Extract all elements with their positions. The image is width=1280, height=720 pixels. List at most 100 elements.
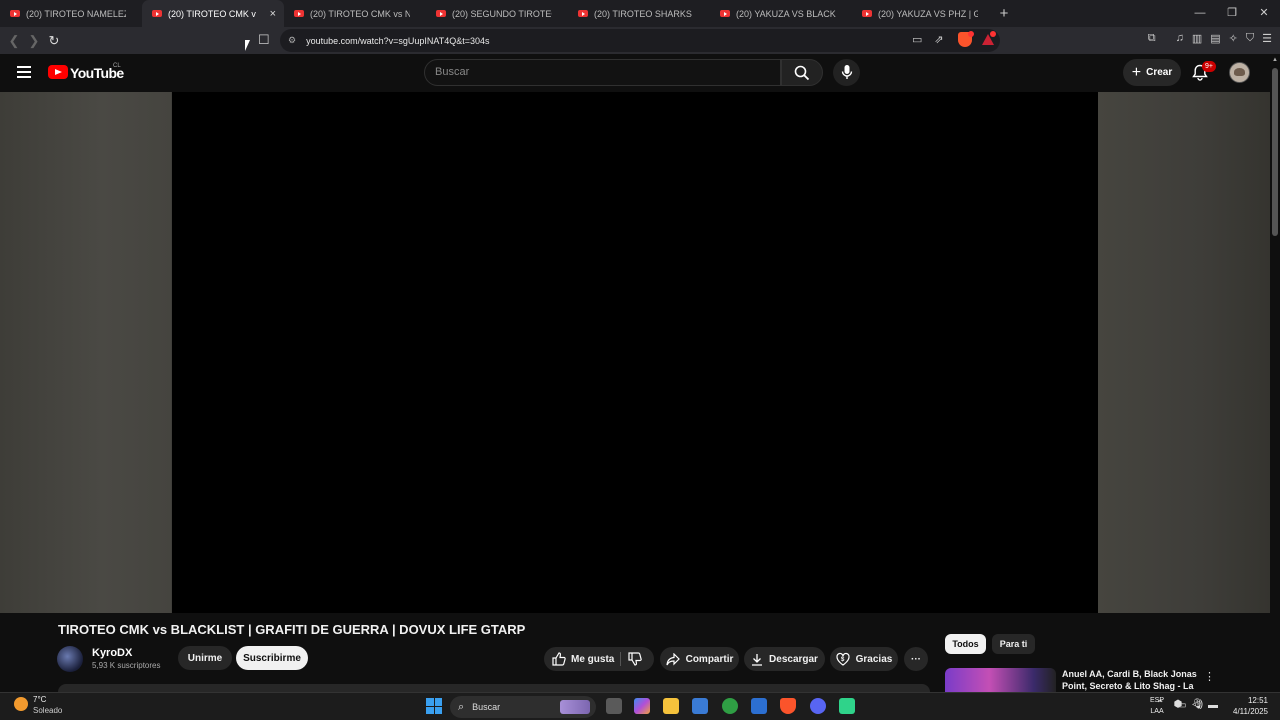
bookmark-icon[interactable]: ☐ xyxy=(258,32,270,48)
browser-tab[interactable]: (20) SEGUNDO TIROTEO NAMELEZ xyxy=(426,0,568,27)
taskbar-search[interactable]: ⌕ Buscar xyxy=(450,696,596,718)
site-info-icon[interactable]: ⚙ xyxy=(288,35,296,46)
tab-title: (20) YAKUZA VS BLACKLIST | GRAFITI xyxy=(736,8,836,19)
youtube-favicon-icon xyxy=(578,10,588,17)
guide-menu-icon[interactable] xyxy=(17,66,31,81)
browser-tabstrip: (20) TIROTEO NAMELEZ vs CMK (20) TIROTEO… xyxy=(0,0,1280,27)
recommended-video-title[interactable]: Anuel AA, Cardi B, Black Jonas Point, Se… xyxy=(1062,668,1197,692)
clock-time: 12:51 xyxy=(1247,696,1268,705)
clock-date: 4/11/2025 xyxy=(1233,707,1268,716)
start-windows-icon[interactable] xyxy=(426,698,442,714)
app-icon[interactable] xyxy=(839,698,855,714)
search-button[interactable] xyxy=(781,59,823,86)
rewards-badge-icon xyxy=(990,31,996,37)
back-icon[interactable]: ❮ xyxy=(4,33,24,49)
subscriber-count: 5,93 K suscriptores xyxy=(92,661,161,670)
volume-icon[interactable]: ◁) xyxy=(1192,699,1203,710)
video-player[interactable] xyxy=(172,92,1098,613)
browser-tab-active[interactable]: (20) TIROTEO CMK vs BLACKLIST × xyxy=(142,0,284,27)
channel-avatar[interactable] xyxy=(57,646,83,672)
like-button[interactable]: Me gusta xyxy=(552,652,614,666)
like-label: Me gusta xyxy=(571,653,615,665)
thumbs-down-icon[interactable] xyxy=(628,652,642,666)
file-explorer-icon[interactable] xyxy=(663,698,679,714)
youtube-favicon-icon xyxy=(10,10,20,17)
download-label: Descargar xyxy=(769,653,818,665)
youtube-logo-icon[interactable] xyxy=(48,65,68,79)
weather-condition[interactable]: Soleado xyxy=(33,706,62,715)
voice-search-button[interactable] xyxy=(833,59,860,86)
browser-tab[interactable]: (20) YAKUZA VS BLACKLIST | GRAFITI xyxy=(710,0,852,27)
search-highlight-image xyxy=(560,700,590,714)
youtube-favicon-icon xyxy=(294,10,304,17)
youtube-favicon-icon xyxy=(436,10,446,17)
chip-para-ti[interactable]: Para ti xyxy=(992,634,1035,654)
chip-todos[interactable]: Todos xyxy=(945,634,986,654)
video-ambient-backdrop-right xyxy=(1098,92,1270,613)
subscribe-button[interactable]: Suscribirme xyxy=(236,646,308,670)
browser-tab[interactable]: (20) TIROTEO CMK vs NAMELEZ xyxy=(284,0,426,27)
taskbar-clock[interactable]: 12:51 4/11/2025 xyxy=(1228,695,1268,717)
minimize-icon[interactable]: — xyxy=(1184,0,1216,27)
weather-sun-icon[interactable] xyxy=(14,697,28,711)
new-tab-button[interactable]: + xyxy=(994,5,1014,22)
screenshot-icon[interactable]: ⧉ xyxy=(1148,32,1156,45)
task-view-icon[interactable] xyxy=(606,698,622,714)
browser-tab[interactable]: (20) YAKUZA VS PHZ | GRAFITI xyxy=(852,0,994,27)
browser-tab[interactable]: (20) TIROTEO NAMELEZ vs CMK xyxy=(0,0,142,27)
microsoft-store-icon[interactable] xyxy=(692,698,708,714)
mouse-cursor-icon xyxy=(245,40,250,51)
vpn-icon[interactable]: ⛉ xyxy=(1246,32,1254,45)
weather-temperature[interactable]: 7°C xyxy=(33,695,46,704)
sidebar-icon[interactable]: ▥ xyxy=(1192,32,1202,45)
input-language[interactable]: ESP LAA xyxy=(1150,695,1164,717)
video-title: TIROTEO CMK vs BLACKLIST | GRAFITI DE GU… xyxy=(58,622,526,637)
forward-icon[interactable]: ❯ xyxy=(24,33,44,49)
brave-browser-icon[interactable] xyxy=(780,698,796,714)
restore-icon[interactable]: ❐ xyxy=(1216,0,1248,27)
leo-ai-icon[interactable]: ✧ xyxy=(1229,32,1238,45)
close-tab-icon[interactable]: × xyxy=(270,8,276,20)
youtube-favicon-icon xyxy=(720,10,730,17)
page-scrollbar[interactable]: ▲ xyxy=(1270,54,1280,694)
share-page-icon[interactable]: ⇗ xyxy=(934,33,943,46)
mail-icon[interactable] xyxy=(751,698,767,714)
youtube-favicon-icon xyxy=(862,10,872,17)
wallet-icon[interactable]: ▤ xyxy=(1210,32,1220,45)
account-avatar[interactable] xyxy=(1229,62,1250,83)
download-icon xyxy=(752,653,763,666)
download-button[interactable]: Descargar xyxy=(744,647,825,671)
super-thanks-icon: $ xyxy=(836,652,850,666)
more-actions-button[interactable]: ··· xyxy=(904,647,928,671)
discord-icon[interactable] xyxy=(810,698,826,714)
browser-tab[interactable]: (20) TIROTEO SHARKS vs CMK xyxy=(568,0,710,27)
copilot-icon[interactable] xyxy=(634,698,650,714)
reload-icon[interactable]: ↻ xyxy=(44,33,64,49)
join-button[interactable]: Unirme xyxy=(178,646,232,670)
tab-title: (20) SEGUNDO TIROTEO NAMELEZ xyxy=(452,8,552,19)
taskbar-search-icon: ⌕ xyxy=(458,700,465,713)
recommended-more-icon[interactable]: ⋮ xyxy=(1204,670,1215,683)
battery-icon[interactable]: ▬ xyxy=(1208,700,1218,711)
recommended-video-thumbnail[interactable] xyxy=(945,668,1056,692)
network-icon[interactable]: ▭ xyxy=(1177,700,1186,711)
share-label: Compartir xyxy=(685,653,734,665)
scrollbar-thumb[interactable] xyxy=(1272,68,1278,236)
thanks-button[interactable]: $ Gracias xyxy=(830,647,898,671)
browser-menu-icon[interactable]: ☰ xyxy=(1262,32,1272,45)
create-label: Crear xyxy=(1146,67,1173,78)
notifications-badge: 9+ xyxy=(1202,61,1216,72)
youtube-header: YouTube CL Buscar + Crear 9+ xyxy=(0,54,1280,92)
share-button[interactable]: Compartir xyxy=(660,647,739,671)
scroll-up-icon[interactable]: ▲ xyxy=(1272,57,1278,63)
media-icon[interactable]: ♫ xyxy=(1176,32,1184,45)
plus-icon: + xyxy=(1131,63,1142,81)
create-button[interactable]: + Crear xyxy=(1123,59,1181,86)
channel-name[interactable]: KyroDX xyxy=(92,647,132,659)
tab-title: (20) YAKUZA VS PHZ | GRAFITI xyxy=(878,8,978,19)
search-input[interactable]: Buscar xyxy=(424,59,781,86)
address-bar[interactable]: ⚙ youtube.com/watch?v=sgUupINAT4Q&t=304s xyxy=(280,29,1000,52)
xbox-icon[interactable] xyxy=(722,698,738,714)
cast-icon[interactable]: ▭ xyxy=(912,33,922,46)
close-window-icon[interactable]: ✕ xyxy=(1248,0,1280,27)
